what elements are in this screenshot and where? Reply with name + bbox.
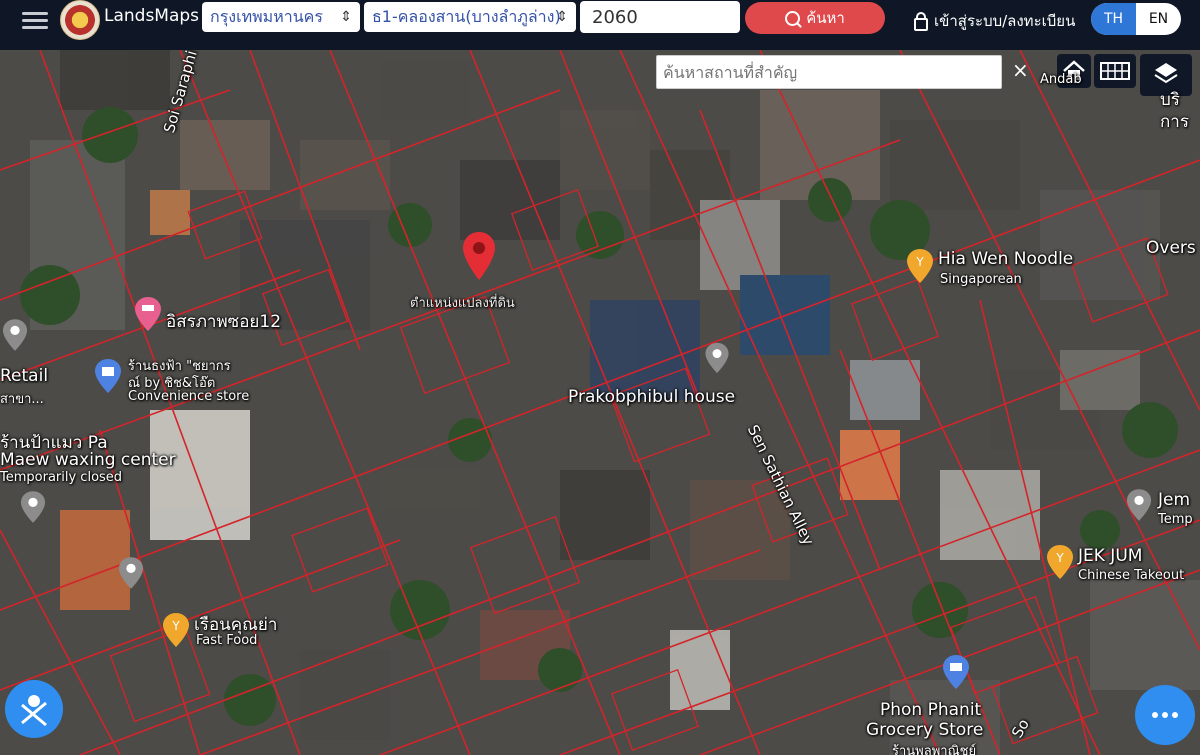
province-select[interactable]: กรุงเทพมหานคร ⇕	[202, 2, 360, 32]
department-logo	[60, 0, 100, 40]
pin-caption: ตำแหน่งแปลงที่ดิน	[410, 296, 515, 311]
language-toggle: TH EN	[1091, 3, 1181, 35]
place-search-input[interactable]	[656, 55, 1002, 89]
place-sublabel-jek-jum: Chinese Takeout	[1078, 568, 1185, 583]
parcel-grid-button[interactable]	[1094, 54, 1136, 88]
search-icon	[785, 10, 801, 26]
place-label-maew: Maew waxing center	[0, 450, 176, 470]
restaurant-pin-icon[interactable]: Y	[906, 248, 934, 284]
restaurant-pin-icon[interactable]: Y	[162, 612, 190, 648]
place-sublabel-hia-wen: Singaporean	[940, 272, 1022, 287]
place-label-maew-status: Temporarily closed	[0, 470, 123, 485]
restaurant-pin-icon[interactable]: Y	[1046, 544, 1074, 580]
satellite-map[interactable]: × ตำแหน่งแปลงที่ดิน Y Hia Wen Noodle	[0, 50, 1200, 755]
place-label-jek-jum: JEK JUM	[1078, 546, 1143, 566]
land-office-select[interactable]: ธ1-คลองสาน(บางลำภูล่าง) ⇕	[364, 2, 576, 32]
clear-search-icon[interactable]: ×	[1012, 58, 1029, 82]
place-label-prakob: Prakobphibul house	[568, 387, 736, 407]
place-label-convenience: Convenience store	[128, 389, 250, 404]
brand-name: LandsMaps	[104, 6, 200, 26]
lang-th-button[interactable]: TH	[1091, 3, 1136, 35]
place-pin-icon[interactable]	[118, 556, 144, 590]
place-label-hia-wen: Hia Wen Noodle	[938, 249, 1074, 269]
place-label-andab: Andab	[1040, 72, 1082, 87]
place-sublabel-ruean: Fast Food	[196, 633, 258, 648]
place-label-phon-th: ร้านพลพาณิชย์	[892, 744, 977, 755]
search-button-label: ค้นหา	[806, 10, 845, 27]
login-register-link[interactable]: เข้าสู่ระบบ/ลงทะเบียน	[914, 9, 1075, 33]
place-label-retail-th: สาขา...	[0, 392, 44, 407]
place-pin-icon[interactable]	[1126, 488, 1152, 522]
shop-pin-icon[interactable]	[94, 358, 122, 394]
chevron-updown-icon: ⇕	[556, 9, 568, 25]
hamburger-menu-icon[interactable]	[22, 8, 48, 30]
parcel-number-input[interactable]	[580, 1, 740, 33]
lock-icon	[914, 11, 928, 31]
grocery-pin-icon[interactable]	[942, 654, 970, 690]
place-sublabel-phon: Grocery Store	[866, 720, 984, 740]
place-label-phon: Phon Phanit	[880, 700, 982, 720]
place-label-jem: Jem	[1158, 490, 1191, 510]
place-label-top-right-th2: การ	[1160, 112, 1189, 132]
chevron-updown-icon: ⇕	[340, 9, 352, 25]
hotel-pin-icon[interactable]	[134, 296, 162, 332]
place-label-retail: Retail	[0, 366, 49, 386]
place-sublabel-jem: Temp	[1158, 512, 1193, 527]
province-select-value: กรุงเทพมหานคร	[210, 7, 323, 26]
parcel-location-pin-icon[interactable]	[460, 230, 498, 282]
search-button[interactable]: ค้นหา	[745, 2, 885, 34]
place-pin-icon[interactable]	[704, 342, 730, 374]
place-label-overs: Overs	[1146, 238, 1196, 258]
land-office-select-value: ธ1-คลองสาน(บางลำภูล่าง)	[372, 7, 561, 26]
more-options-button[interactable]	[1135, 685, 1195, 745]
place-label-isaraphap: อิสรภาพซอย12	[166, 312, 282, 332]
tools-button[interactable]	[5, 680, 63, 738]
place-pin-icon[interactable]	[20, 490, 46, 524]
svg-text:Y: Y	[915, 255, 924, 269]
place-pin-icon[interactable]	[2, 318, 28, 352]
more-dots-icon	[1152, 712, 1178, 718]
svg-text:Y: Y	[171, 619, 180, 633]
lang-en-button[interactable]: EN	[1136, 3, 1181, 35]
svg-text:Y: Y	[1055, 551, 1064, 565]
top-navbar: LandsMaps กรุงเทพมหานคร ⇕ ธ1-คลองสาน(บาง…	[0, 0, 1200, 50]
login-register-label: เข้าสู่ระบบ/ลงทะเบียน	[934, 12, 1076, 30]
grid-icon	[1100, 62, 1130, 80]
tools-icon	[21, 695, 47, 727]
